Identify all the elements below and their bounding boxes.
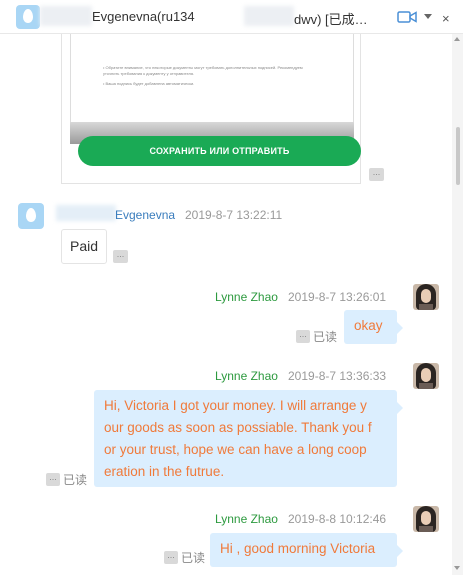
more-options-button[interactable]: ... xyxy=(369,168,384,181)
close-icon[interactable]: × xyxy=(442,11,450,26)
document-text-line: • Ваша подпись будет добавлена автоматич… xyxy=(103,81,195,86)
redacted-id-part xyxy=(244,6,294,26)
document-text-line: уточнить требования к документу у отправ… xyxy=(103,71,195,76)
more-options-button[interactable]: ... xyxy=(113,250,128,263)
message-bubble[interactable]: okay xyxy=(344,310,403,344)
read-label: 已读 xyxy=(63,473,88,487)
read-label: 已读 xyxy=(313,330,338,344)
message-text: Paid xyxy=(70,238,99,254)
message-text-line: our goods as soon as possiable. Thank yo… xyxy=(104,420,372,435)
message-time: 2019-8-7 13:26:01 xyxy=(288,290,387,304)
save-or-send-button[interactable]: СОХРАНИТЬ ИЛИ ОТПРАВИТЬ xyxy=(78,136,361,166)
message-time: 2019-8-8 10:12:46 xyxy=(288,512,387,526)
more-options-button[interactable]: ... xyxy=(296,330,310,343)
read-status: ... 已读 xyxy=(164,549,205,566)
redacted-name-part xyxy=(40,6,92,26)
scrollbar-thumb[interactable] xyxy=(456,127,460,185)
document-text-line: • Обратите внимание, что некоторые докум… xyxy=(103,65,303,70)
video-call-icon[interactable] xyxy=(397,10,417,24)
sender-name: Evgenevna xyxy=(115,208,176,222)
sender-name: Lynne Zhao xyxy=(215,290,278,304)
contact-avatar[interactable] xyxy=(16,5,40,29)
redacted-sender-name xyxy=(56,205,116,221)
message-text-line: or your trust, hope we can have a long c… xyxy=(104,442,367,457)
title-bar: Evgenevna(ru134 dwv) [已成… × xyxy=(0,0,463,34)
vertical-scrollbar[interactable] xyxy=(452,34,463,575)
message-time: 2019-8-7 13:22:11 xyxy=(185,208,283,222)
window-title-status: dwv) [已成… xyxy=(294,12,368,27)
message-bubble[interactable]: Paid xyxy=(61,229,107,264)
sender-name: Lynne Zhao xyxy=(215,369,278,383)
scroll-up-arrow-icon[interactable] xyxy=(454,37,460,41)
message-bubble[interactable]: Hi , good morning Victoria xyxy=(210,533,403,567)
document-preview-card[interactable]: • Обратите внимание, что некоторые докум… xyxy=(61,34,361,184)
sender-name: Lynne Zhao xyxy=(215,512,278,526)
user-avatar[interactable] xyxy=(413,506,439,532)
document-page: • Обратите внимание, что некоторые докум… xyxy=(70,34,354,124)
read-status: ... 已读 xyxy=(46,471,87,488)
message-text-line: eration in the futrue. xyxy=(104,464,225,479)
message-bubble[interactable]: Hi, Victoria I got your money. I will ar… xyxy=(94,390,403,487)
user-avatar[interactable] xyxy=(413,284,439,310)
message-text: okay xyxy=(354,318,383,333)
read-status: ... 已读 xyxy=(296,328,337,345)
chat-history: • Обратите внимание, что некоторые докум… xyxy=(0,34,452,575)
read-label: 已读 xyxy=(181,551,206,565)
window-title: Evgenevna(ru134 xyxy=(92,9,195,24)
message-time: 2019-8-7 13:36:33 xyxy=(288,369,387,383)
more-options-button[interactable]: ... xyxy=(46,473,60,486)
message-text: Hi , good morning Victoria xyxy=(220,541,376,556)
chevron-down-icon[interactable] xyxy=(424,14,432,19)
message-text-line: Hi, Victoria I got your money. I will ar… xyxy=(104,398,367,413)
user-avatar[interactable] xyxy=(413,363,439,389)
more-options-button[interactable]: ... xyxy=(164,551,178,564)
scroll-down-arrow-icon[interactable] xyxy=(454,566,460,570)
sender-avatar[interactable] xyxy=(18,203,44,229)
